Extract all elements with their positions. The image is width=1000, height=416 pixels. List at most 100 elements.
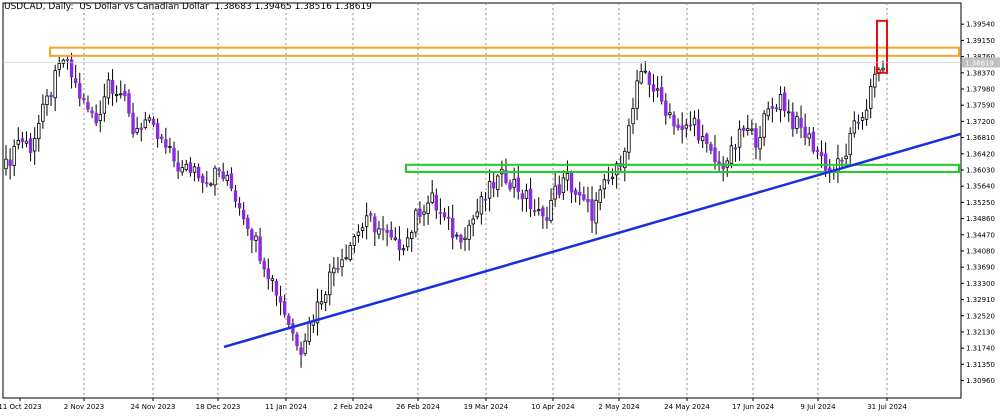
candle-body [405,237,410,248]
candle-body [209,183,213,186]
candle-body [446,216,451,219]
candle-body [537,209,541,212]
y-tick-label: 1.32910 [966,296,995,304]
candle-body [639,71,643,84]
candle-body [94,112,98,124]
candle-body [746,128,750,131]
candle-body [864,109,869,120]
candle-body [705,133,709,145]
candle-body [340,259,344,268]
candle-body [102,96,107,114]
candle-body [729,145,734,164]
candle-body [844,155,848,160]
candle-body [450,218,455,238]
candle-body [176,162,180,172]
candle-body [201,175,205,183]
candle-body [635,80,639,109]
candle-body [565,173,570,181]
candle-body [422,211,426,215]
candle-body [578,191,582,196]
candle-body [881,67,885,71]
x-tick-label: 24 May 2024 [664,403,710,411]
candle-body [528,188,533,210]
candle-body [869,85,873,109]
candle-body [180,167,184,173]
candle-body [401,248,406,251]
candle-body [586,199,590,203]
candle-body [295,334,299,346]
candle-body [438,212,443,214]
candle-body [356,231,361,236]
x-tick-label: 2 May 2024 [598,403,640,411]
y-tick-label: 1.31740 [966,345,995,353]
x-tick-label: 19 Mar 2024 [464,403,509,411]
y-tick-label: 1.37590 [966,102,995,110]
chart-header: USDCAD, Daily: US Dollar vs Canadian Dol… [4,2,372,12]
candle-body [196,166,201,179]
candle-body [778,93,783,111]
x-tick-label: 18 Dec 2023 [196,403,241,411]
candle-body [237,202,242,209]
y-tick-label: 1.33690 [966,264,995,272]
candle-body [426,202,430,214]
candle-body [594,199,598,224]
candle-body [856,121,861,124]
candle-body [655,88,660,91]
candle-body [352,236,357,246]
candle-body [32,138,37,152]
candle-body [385,229,389,233]
x-tick-label: 31 Jul 2024 [867,403,907,411]
candle-body [127,93,131,114]
candle-body [360,227,365,232]
candle-body [221,171,225,179]
candle-body [336,267,340,270]
candle-body [651,84,656,92]
candle-body [123,90,127,97]
candle-body [188,162,193,173]
candle-body [512,178,516,188]
candle-body [258,236,262,261]
candle-body [20,138,25,143]
candle-body [524,190,529,199]
candle-body [303,340,307,354]
candle-body [332,267,336,274]
candle-body [328,271,332,296]
candlestick-chart[interactable]: 11 Oct 2023 2 Nov 2023 24 Nov 2023 18 Dec 2… [0,0,1000,412]
y-tick-label: 1.36810 [966,134,995,142]
candle-body [561,177,566,194]
candle-body [516,177,520,192]
y-tick-label: 1.37200 [966,118,995,126]
candle-body [287,315,291,325]
candle-body [414,209,418,233]
candle-body [643,70,648,73]
candle-body [274,280,279,296]
candle-body [143,119,148,128]
candle-body [8,159,12,167]
candle-body [319,301,324,305]
chart-canvas[interactable]: 11 Oct 2023 2 Nov 2023 24 Nov 2023 18 Dec 2… [0,0,1000,412]
candle-body [250,229,254,241]
y-tick-label: 1.34860 [966,215,995,223]
candle-body [692,117,697,126]
candle-body [848,133,852,156]
candle-body [475,211,479,218]
candle-body [549,199,553,222]
candle-body [16,139,20,145]
candle-body [278,296,283,303]
candle-body [98,113,102,121]
y-tick-label: 1.36420 [966,150,995,158]
candle-body [573,190,578,195]
price-tag-label: 1.38619 [965,59,994,67]
candle-body [266,268,270,280]
candle-body [41,103,45,122]
candle-body [733,147,738,150]
candle-body [762,113,766,138]
x-tick-label: 26 Feb 2024 [396,403,440,411]
candle-body [246,217,250,230]
candle-body [791,111,795,130]
candle-body [598,189,602,203]
candle-body [254,235,258,241]
candle-body [811,131,816,152]
candle-body [323,294,328,303]
candle-body [229,173,234,189]
